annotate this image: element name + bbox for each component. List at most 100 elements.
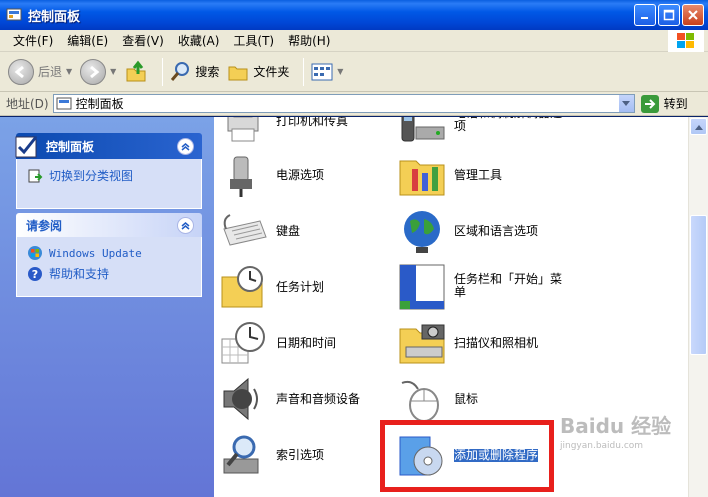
control-panel-icon	[6, 8, 22, 21]
address-bar: 地址(D) 控制面板 转到	[0, 92, 708, 116]
go-button[interactable]: 转到	[640, 94, 688, 113]
title-bar[interactable]: 控制面板	[0, 0, 708, 30]
back-button[interactable]: 后退 ▼	[8, 58, 72, 85]
go-label: 转到	[663, 97, 688, 111]
address-input[interactable]: 控制面板	[52, 94, 635, 113]
item-label: 扫描仪和照相机	[454, 336, 539, 350]
mouse-icon	[401, 380, 439, 422]
item-label: 键盘	[276, 224, 301, 238]
menu-favorites[interactable]: 收藏(A)	[171, 32, 227, 49]
scanners-cameras-item[interactable]: 扫描仪和照相机	[398, 319, 538, 367]
toolbar-separator	[162, 57, 164, 86]
keyboard-item[interactable]: 键盘	[220, 207, 300, 255]
power-icon	[230, 156, 252, 197]
item-label: 任务计划	[276, 280, 325, 294]
link-label: 切换到分类视图	[49, 169, 134, 183]
menu-view[interactable]: 查看(V)	[115, 32, 171, 49]
panel-title: 请参阅	[26, 218, 63, 233]
scrollbar-thumb[interactable]	[690, 215, 707, 355]
phone-modem-icon	[401, 117, 445, 142]
views-button[interactable]: ▼	[310, 60, 344, 84]
close-button[interactable]	[682, 4, 704, 26]
mouse-item[interactable]: 鼠标	[398, 375, 478, 423]
window-title: 控制面板	[28, 9, 81, 25]
power-options-item[interactable]: 电源选项	[220, 151, 324, 199]
help-support-link[interactable]: ? 帮助和支持	[27, 265, 191, 282]
toolbar: 后退 ▼ ▼ 搜索 文件夹 ▼	[0, 52, 708, 92]
collapse-chevron-icon[interactable]	[177, 216, 194, 234]
forward-arrow-icon	[80, 58, 107, 85]
maximize-icon	[663, 9, 675, 21]
printers-faxes-item[interactable]: 打印机和传真	[220, 117, 348, 153]
address-dropdown-icon[interactable]	[617, 95, 634, 112]
panel-header[interactable]: 控制面板	[15, 133, 202, 159]
windows-update-icon	[28, 246, 42, 260]
switch-category-view-link[interactable]: 切换到分类视图	[27, 167, 191, 184]
item-label: 声音和音频设备	[276, 392, 361, 406]
item-label: 索引选项	[276, 448, 325, 462]
menu-edit[interactable]: 编辑(E)	[60, 32, 115, 49]
scheduled-tasks-icon	[221, 266, 263, 308]
item-label: 日期和时间	[276, 336, 337, 350]
svg-text:?: ?	[32, 268, 38, 281]
highlight-box	[380, 420, 554, 492]
watermark-brand: Baidu 经验	[560, 414, 672, 438]
search-icon	[171, 61, 190, 81]
menu-bar: 文件(F) 编辑(E) 查看(V) 收藏(A) 工具(T) 帮助(H)	[0, 30, 708, 52]
panel-header[interactable]: 请参阅	[16, 213, 202, 237]
watermark-url: jingyan.baidu.com	[560, 441, 644, 451]
up-folder-button[interactable]	[124, 60, 148, 84]
item-label: 鼠标	[454, 392, 479, 406]
speaker-icon	[223, 377, 258, 421]
minimize-icon	[641, 17, 648, 19]
folders-icon	[228, 66, 248, 80]
views-dropdown-icon[interactable]: ▼	[337, 67, 343, 76]
date-time-item[interactable]: 日期和时间	[220, 319, 336, 367]
collapse-chevron-icon[interactable]	[177, 137, 194, 155]
item-label: 任务栏和「开始」菜单	[454, 272, 563, 299]
indexing-icon	[223, 435, 259, 474]
scheduled-tasks-item[interactable]: 任务计划	[220, 263, 324, 311]
taskbar-icon	[399, 264, 445, 310]
control-panel-task-box: 控制面板 切换到分类视图	[15, 133, 202, 209]
scroll-up-icon[interactable]	[690, 118, 707, 135]
phone-modem-item[interactable]: 电话和调制解调器选项	[398, 117, 564, 153]
search-label: 搜索	[195, 65, 220, 79]
close-icon	[688, 10, 698, 20]
scanner-camera-icon	[399, 324, 445, 364]
admin-tools-icon	[399, 160, 445, 196]
menu-help[interactable]: 帮助(H)	[281, 32, 337, 49]
vertical-scrollbar[interactable]	[688, 117, 708, 497]
indexing-options-item[interactable]: 索引选项	[220, 431, 324, 479]
control-panel-large-icon	[15, 136, 38, 158]
regional-language-item[interactable]: 区域和语言选项	[398, 207, 538, 255]
forward-dropdown-icon[interactable]: ▼	[110, 67, 116, 76]
control-panel-small-icon	[56, 97, 72, 109]
task-pane: 控制面板 切换到分类视图 请参阅 Windows Update ? 帮助和支持	[0, 117, 214, 497]
back-label: 后退	[38, 65, 63, 79]
back-dropdown-icon[interactable]: ▼	[66, 67, 72, 76]
item-label: 电源选项	[276, 168, 325, 182]
toolbar-separator	[303, 57, 305, 86]
menu-tools[interactable]: 工具(T)	[226, 32, 281, 49]
item-label: 电话和调制解调器选项	[454, 117, 562, 133]
folders-label: 文件夹	[253, 65, 290, 79]
switch-view-icon	[28, 169, 43, 182]
go-arrow-icon	[640, 94, 659, 113]
printer-icon	[227, 117, 259, 142]
folders-button[interactable]: 文件夹	[227, 61, 289, 83]
forward-button[interactable]: ▼	[80, 58, 116, 85]
minimize-button[interactable]	[634, 4, 656, 26]
help-icon: ?	[28, 266, 42, 281]
search-button[interactable]: 搜索	[169, 61, 219, 83]
menu-file[interactable]: 文件(F)	[6, 32, 60, 49]
baidu-watermark: Baidu 经验 jingyan.baidu.com	[560, 410, 690, 451]
globe-icon	[404, 211, 440, 253]
sounds-audio-item[interactable]: 声音和音频设备	[220, 375, 360, 423]
admin-tools-item[interactable]: 管理工具	[398, 151, 502, 199]
maximize-button[interactable]	[658, 4, 680, 26]
link-label: 帮助和支持	[49, 267, 110, 281]
up-folder-icon	[126, 60, 146, 81]
windows-update-link[interactable]: Windows Update	[27, 245, 191, 261]
taskbar-start-menu-item[interactable]: 任务栏和「开始」菜单	[398, 263, 564, 311]
